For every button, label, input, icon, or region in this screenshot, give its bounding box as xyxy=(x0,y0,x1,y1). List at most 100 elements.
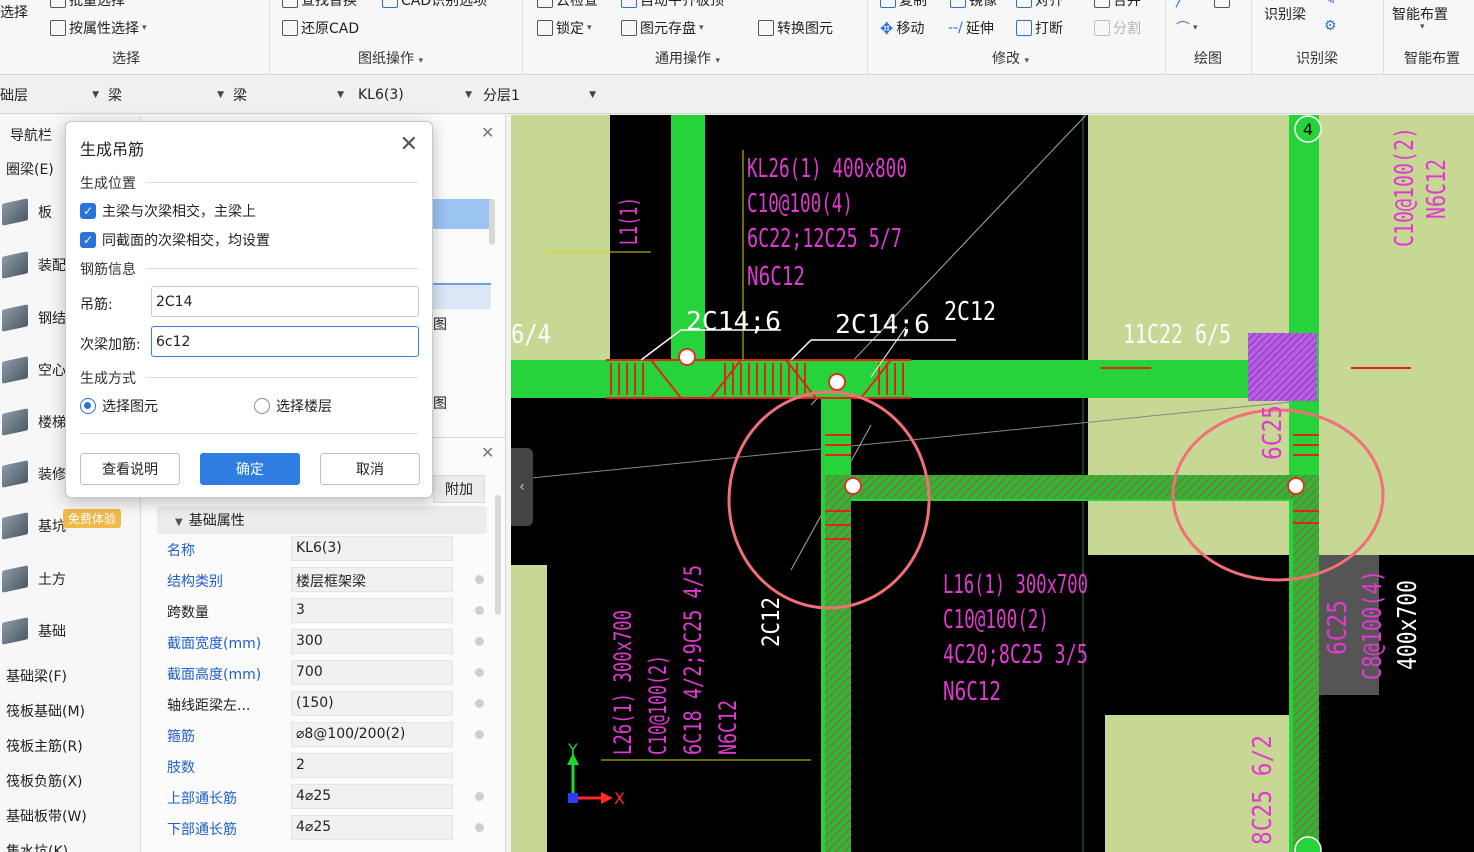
property-row[interactable]: 跨数量 3 xyxy=(157,597,487,625)
smart-layout-dropdown[interactable]: ▾ xyxy=(1420,22,1425,32)
close-icon[interactable]: ✕ xyxy=(481,123,494,142)
copy-button[interactable]: 复制 xyxy=(880,0,927,10)
ok-button[interactable]: 确定 xyxy=(200,453,300,485)
property-row[interactable]: 名称 KL6(3) xyxy=(157,535,487,563)
nav-sub-item[interactable]: 基础梁(F) xyxy=(0,661,141,691)
property-attach-dot[interactable] xyxy=(475,668,484,677)
batch-select-button[interactable]: 批量选择 xyxy=(50,0,125,10)
split-button[interactable]: 分割 xyxy=(1094,18,1141,38)
property-value[interactable]: 700 xyxy=(291,660,453,685)
save-element-button[interactable]: 图元存盘 ▾ xyxy=(621,18,704,38)
floor-select[interactable]: 础层 ▼ xyxy=(0,83,103,107)
cad-recognize-options-button[interactable]: CAD识别选项 xyxy=(382,0,487,10)
component-subtype-select[interactable]: 梁 ▼ xyxy=(233,83,348,107)
nav-sub-item[interactable]: 集水坑(K) xyxy=(0,836,141,852)
property-value[interactable]: ⌀8@100/200(2) xyxy=(291,722,453,747)
draw-line-button[interactable]: ╱ xyxy=(1176,0,1184,8)
property-row[interactable]: 截面宽度(mm) 300 xyxy=(157,628,487,656)
ribbon-group-label-common-ops[interactable]: 通用操作 ▾ xyxy=(655,48,720,68)
hanger-marker[interactable] xyxy=(678,348,696,366)
beam-settings-button[interactable]: ⚙ xyxy=(1324,18,1337,34)
find-replace-button[interactable]: 查找替换 xyxy=(282,0,357,10)
nav-sub-item[interactable]: 筏板主筋(R) xyxy=(0,731,141,761)
mirror-button[interactable]: 镜像 xyxy=(950,0,997,10)
property-attach-dot[interactable] xyxy=(475,792,484,801)
checkbox-same-section[interactable]: ✓ 同截面的次梁相交，均设置 xyxy=(80,230,270,250)
property-value[interactable]: 3 xyxy=(291,598,453,623)
property-value[interactable]: KL6(3) xyxy=(291,536,453,561)
property-attach-dot[interactable] xyxy=(475,699,484,708)
property-row[interactable]: 下部通长筋 4⌀25 xyxy=(157,814,487,842)
radio-select-element[interactable]: 选择图元 xyxy=(80,396,158,416)
property-attach-dot[interactable] xyxy=(475,575,484,584)
property-row[interactable]: 截面高度(mm) 700 xyxy=(157,659,487,687)
element-name-select[interactable]: KL6(3) ▼ xyxy=(358,83,476,107)
hanger-marker[interactable] xyxy=(1287,477,1305,495)
draw-rect-button[interactable] xyxy=(1214,0,1230,8)
list-row[interactable] xyxy=(433,283,491,309)
property-row[interactable]: 上部通长筋 4⌀25 xyxy=(157,783,487,811)
property-row[interactable]: 轴线距梁左... (150) xyxy=(157,690,487,718)
free-trial-badge[interactable]: 免费体验 xyxy=(63,509,122,528)
recognize-beam-button[interactable]: 识别梁 xyxy=(1264,4,1306,24)
scrollbar[interactable] xyxy=(495,495,501,615)
property-attach-dot[interactable] xyxy=(475,730,484,739)
property-value[interactable]: 楼层框架梁 xyxy=(291,567,453,592)
scrollbar[interactable] xyxy=(489,199,495,245)
hanger-marker[interactable] xyxy=(844,477,862,495)
hanger-rebar-input[interactable] xyxy=(151,286,419,317)
nav-sub-item[interactable]: 筏板负筋(X) xyxy=(0,766,141,796)
ribbon-group-label-drawing-ops[interactable]: 图纸操作 ▾ xyxy=(358,48,423,68)
line-icon: ╱ xyxy=(1176,0,1185,8)
select-by-property-button[interactable]: 按属性选择 ▾ xyxy=(50,18,147,38)
nav-category-item[interactable]: 土方 xyxy=(0,564,141,594)
restore-cad-button[interactable]: 还原CAD xyxy=(282,18,359,38)
property-value[interactable]: (150) xyxy=(291,691,453,716)
nav-category-item[interactable]: 基础 xyxy=(0,616,141,646)
property-value[interactable]: 300 xyxy=(291,629,453,654)
auto-flat-button[interactable]: 自动平齐板顶 xyxy=(621,0,724,10)
align-button[interactable]: 对齐 xyxy=(1016,0,1063,10)
view-help-button[interactable]: 查看说明 xyxy=(80,453,180,485)
nav-sub-item[interactable]: 筏板基础(M) xyxy=(0,696,141,726)
secondary-rebar-input[interactable] xyxy=(151,326,419,357)
layer-select[interactable]: 分层1 ▼ xyxy=(483,83,600,107)
draw-arc-button[interactable]: ⌒ ▾ xyxy=(1176,18,1198,38)
cad-drawing-canvas[interactable]: 4 KL26(1) 400x800 C10@100(4) 6C22;12C25 … xyxy=(511,115,1474,852)
divider xyxy=(146,268,418,269)
move-button[interactable]: ✥ 移动 xyxy=(880,18,924,38)
property-row[interactable]: 结构类别 楼层框架梁 xyxy=(157,566,487,594)
property-row[interactable]: 箍筋 ⌀8@100/200(2) xyxy=(157,721,487,749)
checkbox-main-secondary-intersect[interactable]: ✓ 主梁与次梁相交，主梁上 xyxy=(80,201,256,221)
cancel-button[interactable]: 取消 xyxy=(320,453,420,485)
property-attach-dot[interactable] xyxy=(475,606,484,615)
ribbon-group-label-modify[interactable]: 修改 ▾ xyxy=(992,48,1029,68)
convert-element-button[interactable]: 转换图元 xyxy=(758,18,833,38)
radio-select-floor[interactable]: 选择楼层 xyxy=(254,396,332,416)
property-attach-dot[interactable] xyxy=(475,823,484,832)
cloud-check-button[interactable]: 云检查 xyxy=(537,0,598,10)
selected-list-row[interactable] xyxy=(433,199,491,229)
nav-sub-item[interactable]: 基础板带(W) xyxy=(0,801,141,831)
property-value[interactable]: 2 xyxy=(291,753,453,778)
component-type-select[interactable]: 梁 ▼ xyxy=(108,83,228,107)
lock-button[interactable]: 锁定 ▾ xyxy=(537,18,592,38)
select-button[interactable]: 选择 xyxy=(0,2,28,22)
extend-button[interactable]: --/延伸 xyxy=(948,18,994,38)
property-value[interactable]: 4⌀25 xyxy=(291,815,453,840)
property-value[interactable]: 4⌀25 xyxy=(291,784,453,809)
smart-layout-button[interactable]: 智能布置 xyxy=(1392,4,1448,24)
section-header-basic-props[interactable]: ▼ 基础属性 xyxy=(157,506,487,534)
batch-select-icon xyxy=(50,0,66,8)
close-icon[interactable]: ✕ xyxy=(400,132,418,157)
panel-collapse-handle[interactable]: ‹ xyxy=(511,448,533,526)
tab-attach[interactable]: 附加 xyxy=(433,475,485,503)
nav-item-ring-beam[interactable]: 圈梁(E) xyxy=(6,159,54,179)
hanger-marker[interactable] xyxy=(828,373,846,391)
edit-beam-button[interactable]: ✎ xyxy=(1324,0,1336,8)
property-attach-dot[interactable] xyxy=(475,637,484,646)
merge-button[interactable]: 合并 xyxy=(1094,0,1141,10)
close-icon[interactable]: ✕ xyxy=(481,443,494,462)
break-button[interactable]: 打断 xyxy=(1016,18,1063,38)
property-row[interactable]: 肢数 2 xyxy=(157,752,487,780)
